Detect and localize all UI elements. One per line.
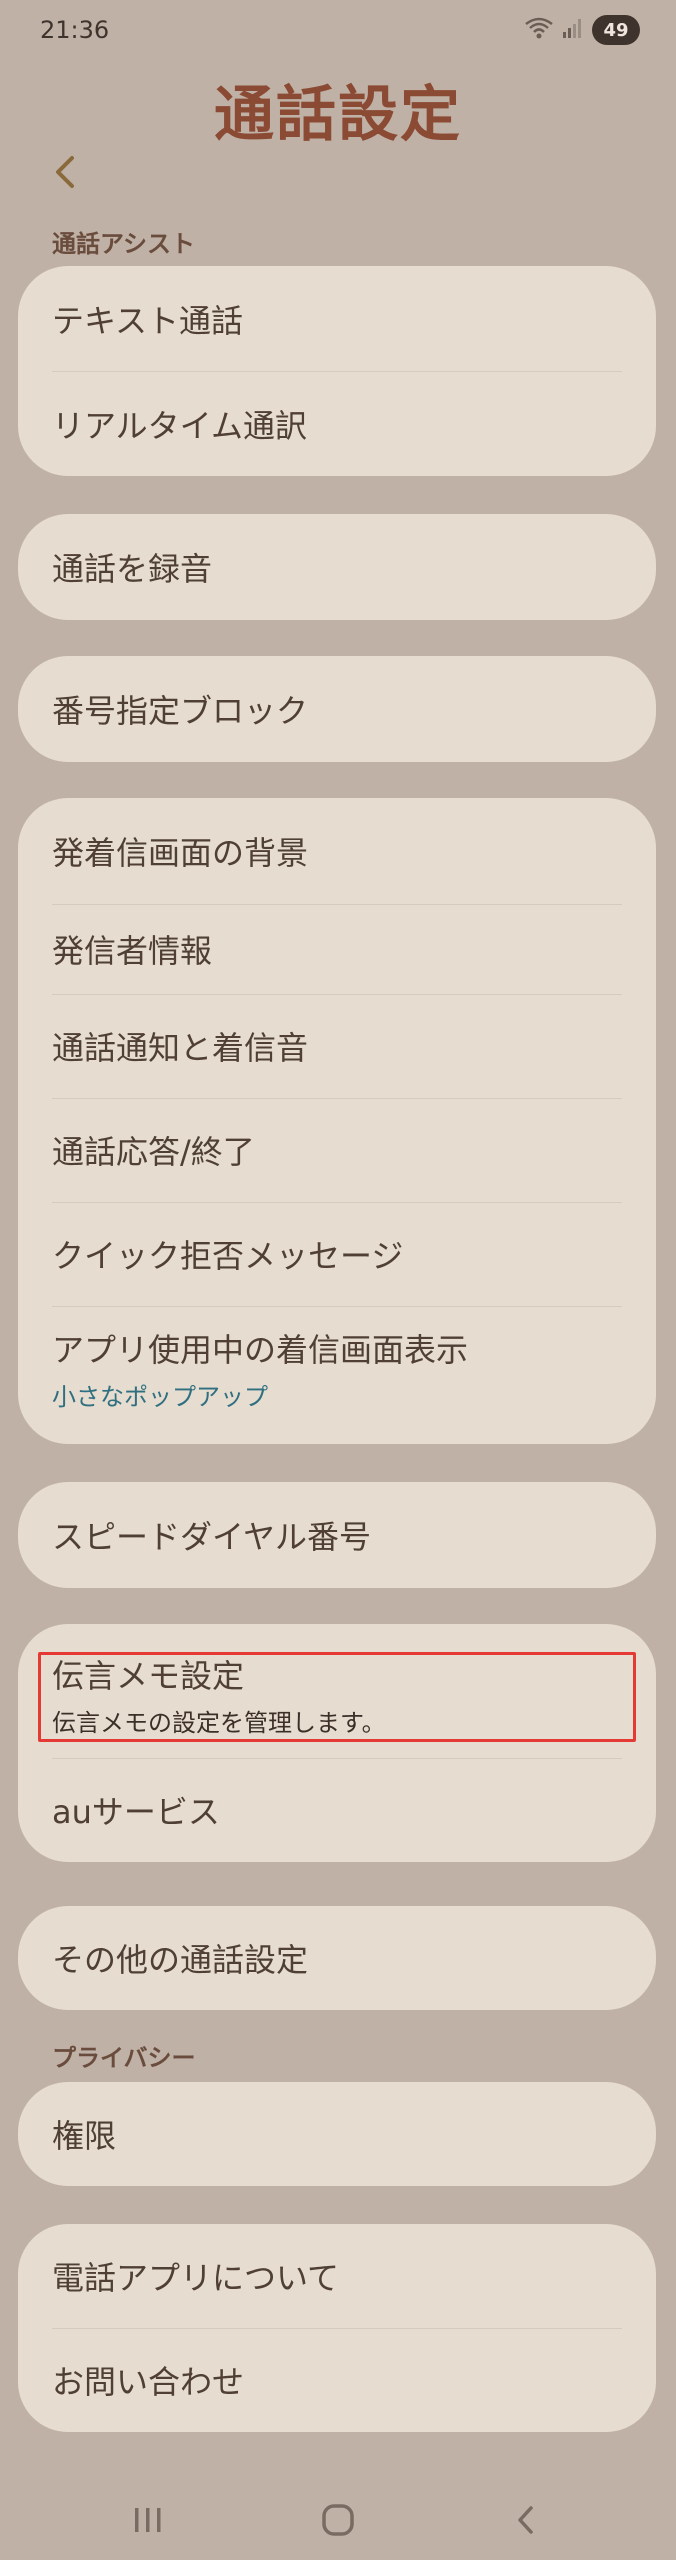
menu-item-text-call[interactable]: テキスト通話	[52, 266, 622, 371]
page-title: 通話設定	[214, 80, 462, 150]
menu-item-label: クイック拒否メッセージ	[52, 1237, 404, 1275]
menu-item-answer-end[interactable]: 通話応答/終了	[52, 1098, 622, 1202]
menu-item-caller-info[interactable]: 発信者情報	[52, 904, 622, 994]
menu-item-label: お問い合わせ	[52, 2363, 245, 2401]
menu-item-label: テキスト通話	[52, 301, 244, 340]
menu-item-voicemail-settings[interactable]: 伝言メモ設定 伝言メモの設定を管理します。	[52, 1650, 622, 1738]
menu-item-label: その他の通話設定	[52, 1941, 309, 1979]
status-time: 21:36	[40, 16, 110, 44]
menu-item-label: 通話通知と着信音	[52, 1029, 309, 1067]
menu-item-label: 電話アプリについて	[52, 2259, 340, 2297]
menu-item-speed-dial[interactable]: スピードダイヤル番号	[52, 1482, 622, 1588]
battery-icon: 49	[592, 15, 640, 45]
card-permissions: 権限	[18, 2082, 656, 2186]
menu-item-value: 小さなポップアップ	[52, 1382, 268, 1411]
menu-item-quick-decline[interactable]: クイック拒否メッセージ	[52, 1202, 622, 1306]
menu-item-other-call-settings[interactable]: その他の通話設定	[52, 1906, 622, 2010]
menu-item-about-phone-app[interactable]: 電話アプリについて	[52, 2224, 622, 2328]
section-header-assist: 通話アシスト	[52, 230, 196, 258]
menu-item-label: スピードダイヤル番号	[52, 1518, 372, 1556]
menu-item-label: 権限	[52, 2117, 117, 2155]
menu-item-in-app-display[interactable]: アプリ使用中の着信画面表示 小さなポップアップ	[52, 1306, 622, 1430]
status-icons: 49	[524, 14, 640, 46]
card-block: 番号指定ブロック	[18, 656, 656, 762]
back-icon	[518, 2506, 533, 2534]
card-display-group: 発着信画面の背景 発信者情報 通話通知と着信音 通話応答/終了 クイック拒否メッ…	[18, 798, 656, 1444]
menu-item-label: 番号指定ブロック	[52, 692, 309, 730]
signal-icon	[562, 16, 584, 44]
home-button[interactable]	[298, 2480, 378, 2560]
menu-item-label: 発信者情報	[52, 932, 213, 970]
menu-item-label: auサービス	[52, 1793, 220, 1831]
menu-item-block-numbers[interactable]: 番号指定ブロック	[52, 656, 622, 762]
menu-item-label: 通話を録音	[52, 550, 213, 588]
menu-item-label: 通話応答/終了	[52, 1133, 255, 1171]
menu-item-label: アプリ使用中の着信画面表示	[52, 1330, 469, 1369]
card-speed-dial: スピードダイヤル番号	[18, 1482, 656, 1588]
card-voicemail-group: 伝言メモ設定 伝言メモの設定を管理します。 auサービス	[18, 1624, 656, 1862]
card-assist: テキスト通話 リアルタイム通訳	[18, 266, 656, 476]
menu-item-permissions[interactable]: 権限	[52, 2082, 622, 2186]
status-bar: 21:36 49	[0, 0, 676, 64]
card-other: その他の通話設定	[18, 1906, 656, 2010]
section-header-privacy: プライバシー	[52, 2044, 196, 2072]
card-record: 通話を録音	[18, 514, 656, 620]
navigation-bar	[0, 2480, 676, 2560]
chevron-left-icon	[56, 156, 74, 188]
menu-item-call-background[interactable]: 発着信画面の背景	[52, 798, 622, 904]
menu-item-label: 伝言メモ設定	[52, 1656, 245, 1695]
wifi-icon	[524, 16, 554, 44]
card-about-group: 電話アプリについて お問い合わせ	[18, 2224, 656, 2432]
menu-item-realtime-translation[interactable]: リアルタイム通訳	[52, 371, 622, 476]
menu-item-notification-ringtone[interactable]: 通話通知と着信音	[52, 994, 622, 1098]
recent-apps-button[interactable]	[108, 2480, 188, 2560]
back-button[interactable]	[42, 148, 90, 196]
menu-item-record-call[interactable]: 通話を録音	[52, 514, 622, 620]
menu-item-au-services[interactable]: auサービス	[52, 1758, 622, 1862]
menu-item-label: 発着信画面の背景	[52, 834, 309, 872]
battery-level: 49	[603, 19, 629, 41]
back-nav-button[interactable]	[486, 2480, 566, 2560]
menu-item-label: リアルタイム通訳	[52, 406, 308, 445]
home-icon	[322, 2504, 354, 2536]
recent-apps-icon	[135, 2508, 161, 2532]
menu-item-description: 伝言メモの設定を管理します。	[52, 1708, 386, 1737]
menu-item-contact-us[interactable]: お問い合わせ	[52, 2328, 622, 2432]
